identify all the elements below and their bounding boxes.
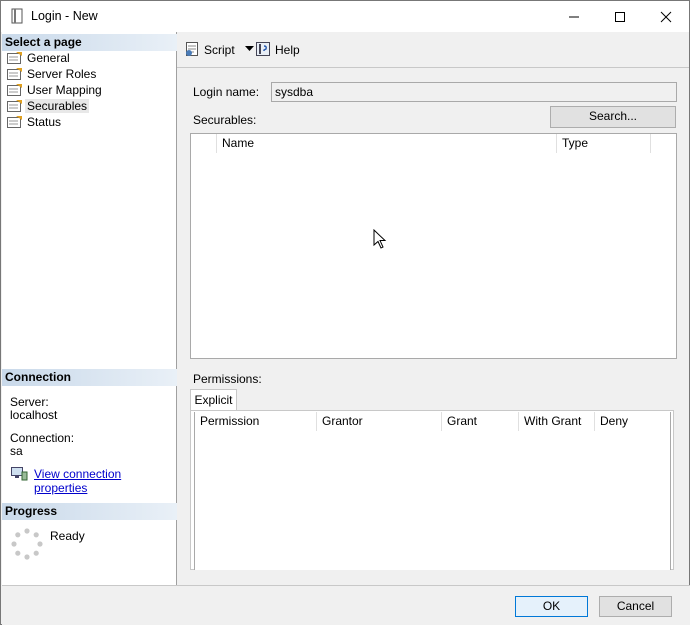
page-label: Server Roles	[27, 67, 97, 81]
dropdown-arrow-icon[interactable]	[245, 46, 254, 52]
permissions-grid[interactable]: Permission Grantor Grant With Grant Deny	[194, 412, 671, 570]
minimize-icon	[569, 16, 579, 18]
login-name-field[interactable]: sysdba	[271, 82, 677, 102]
wrench-page-icon	[7, 68, 22, 80]
page-item-securables[interactable]: Securables	[5, 98, 90, 114]
login-new-dialog: Login - New Select a page General Server…	[0, 0, 690, 625]
securables-label: Securables:	[193, 113, 257, 127]
select-page-header: Select a page	[2, 34, 177, 51]
page-label: General	[27, 51, 70, 65]
column-header-type[interactable]: Type	[557, 134, 651, 153]
login-name-label: Login name:	[193, 85, 260, 99]
column-header-name[interactable]: Name	[217, 134, 557, 153]
tab-explicit[interactable]: Explicit	[190, 389, 237, 410]
close-icon	[660, 11, 672, 23]
page-label: Status	[27, 115, 62, 129]
maximize-icon	[615, 12, 625, 22]
column-header-deny[interactable]: Deny	[595, 412, 672, 431]
help-label: Help	[275, 43, 300, 57]
ok-button[interactable]: OK	[515, 596, 588, 617]
window-title: Login - New	[31, 9, 98, 23]
progress-spinner-icon	[11, 528, 43, 560]
title-bar: Login - New	[1, 1, 689, 32]
connection-value: sa	[10, 444, 23, 458]
page-item-status[interactable]: Status	[5, 114, 61, 130]
help-button[interactable]: Help	[255, 41, 305, 59]
column-header-with-grant[interactable]: With Grant	[519, 412, 595, 431]
page-item-general[interactable]: General	[5, 50, 70, 66]
toolbar: Script Help	[177, 32, 689, 66]
view-connection-properties-link[interactable]: View connection properties	[34, 467, 176, 495]
wrench-page-icon	[7, 100, 22, 112]
mouse-cursor-icon	[373, 229, 387, 249]
wrench-page-icon	[7, 84, 22, 96]
search-button[interactable]: Search...	[550, 106, 676, 128]
minimize-button[interactable]	[551, 1, 597, 32]
connection-properties-icon	[11, 467, 28, 481]
column-header-permission[interactable]: Permission	[195, 412, 317, 431]
script-icon	[186, 42, 198, 56]
permissions-panel: Permission Grantor Grant With Grant Deny	[190, 410, 674, 570]
securables-page: Login name: sysdba Search... Securables:…	[177, 67, 689, 585]
progress-header: Progress	[2, 503, 177, 520]
page-item-server-roles[interactable]: Server Roles	[5, 66, 96, 82]
script-label: Script	[204, 43, 235, 57]
permissions-label: Permissions:	[193, 372, 262, 386]
wrench-page-icon	[7, 52, 22, 64]
column-header-grant[interactable]: Grant	[442, 412, 519, 431]
page-label: User Mapping	[27, 83, 102, 97]
script-button[interactable]: Script	[184, 41, 254, 59]
server-value: localhost	[10, 408, 58, 422]
left-panel: Select a page General Server Roles User …	[2, 32, 177, 585]
row-header-column	[191, 134, 217, 153]
close-button[interactable]	[643, 1, 689, 32]
footer-bar: OK Cancel	[2, 585, 690, 625]
connection-header: Connection	[2, 369, 177, 386]
column-header-grantor[interactable]: Grantor	[317, 412, 442, 431]
wrench-page-icon	[7, 116, 22, 128]
securables-grid[interactable]: Name Type	[190, 133, 677, 359]
help-book-icon	[256, 42, 270, 56]
page-item-user-mapping[interactable]: User Mapping	[5, 82, 102, 98]
progress-status: Ready	[50, 529, 85, 543]
cancel-button[interactable]: Cancel	[599, 596, 672, 617]
page-label: Securables	[25, 99, 90, 113]
maximize-button[interactable]	[597, 1, 643, 32]
login-document-icon	[11, 8, 23, 24]
